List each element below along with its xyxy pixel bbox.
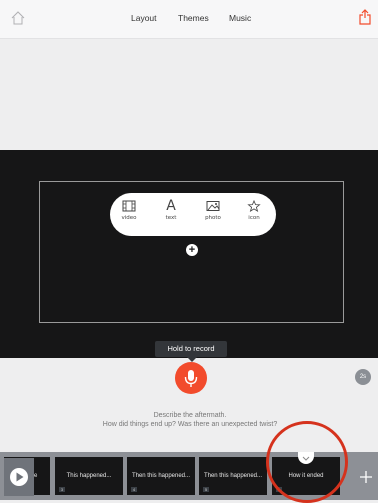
add-icon-option[interactable]: icon (239, 200, 269, 221)
slide-thumbnail-4[interactable]: Then this happened... 4 (127, 457, 195, 495)
record-button[interactable] (175, 362, 207, 394)
home-icon[interactable] (10, 10, 26, 26)
highlight-circle (266, 421, 348, 503)
add-text-option[interactable]: A text (156, 198, 186, 221)
slide-number: 5 (203, 487, 209, 492)
slide-label: Then this happened... (203, 473, 263, 479)
plus-icon (360, 471, 372, 483)
duration-badge[interactable]: 2s (355, 369, 371, 385)
add-video-option[interactable]: video (114, 200, 144, 221)
share-icon[interactable] (359, 9, 371, 25)
star-icon (247, 200, 261, 212)
add-photo-label: photo (205, 215, 221, 221)
slide-label: re (32, 473, 38, 479)
add-video-label: video (121, 215, 137, 221)
tab-layout[interactable]: Layout (131, 13, 157, 23)
text-icon: A (166, 198, 176, 214)
slide-label: Then this happened... (131, 473, 191, 479)
hold-to-record-tooltip: Hold to record (155, 341, 227, 357)
prompt-line-1: Describe the aftermath. (153, 412, 227, 419)
microphone-icon (184, 370, 198, 387)
add-slide-button[interactable] (352, 458, 378, 496)
tab-music[interactable]: Music (229, 13, 251, 23)
tab-themes[interactable]: Themes (178, 13, 209, 23)
slide-thumbnail-5[interactable]: Then this happened... 5 (199, 457, 267, 495)
add-photo-option[interactable]: photo (198, 200, 228, 221)
photo-icon (206, 201, 220, 211)
slide-number: 3 (59, 487, 65, 492)
slide-thumbnail-3[interactable]: This happened... 3 (55, 457, 123, 495)
film-icon (122, 200, 136, 212)
add-content-plus-icon[interactable]: + (186, 244, 198, 256)
add-icon-label: icon (248, 215, 260, 221)
slide-number: 4 (131, 487, 137, 492)
play-button[interactable] (4, 458, 34, 496)
add-text-label: text (165, 215, 177, 221)
slide-label: This happened... (66, 473, 112, 479)
